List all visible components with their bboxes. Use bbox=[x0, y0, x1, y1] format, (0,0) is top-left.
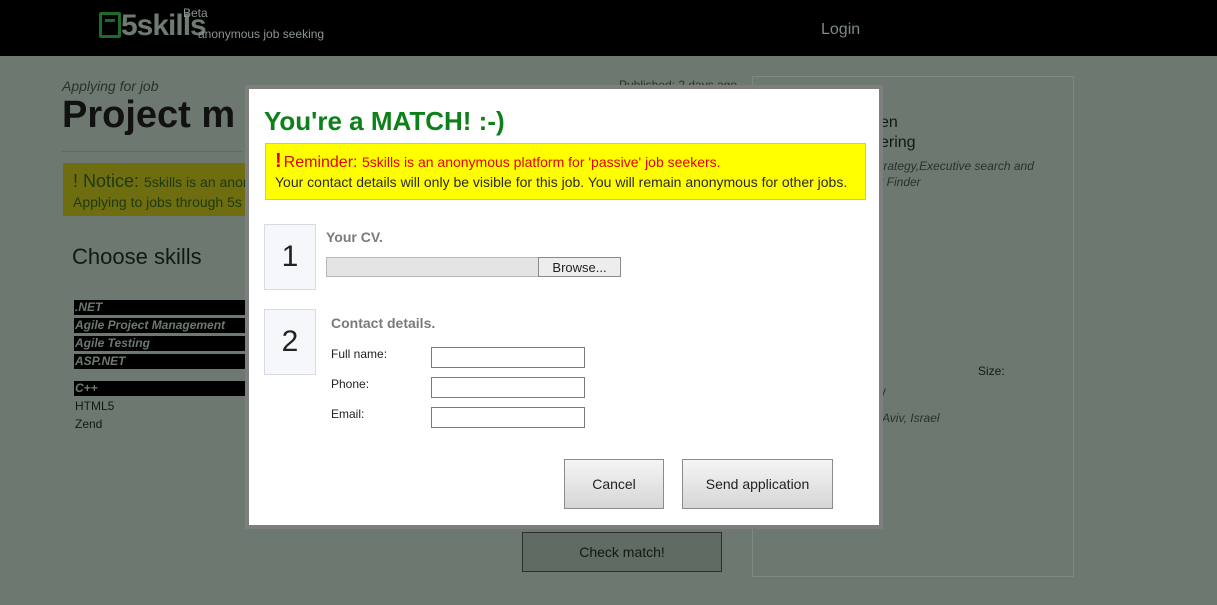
send-application-button[interactable]: Send application bbox=[682, 459, 833, 509]
phone-label: Phone: bbox=[331, 377, 370, 391]
phone-input[interactable] bbox=[431, 377, 585, 398]
job-title: Project m bbox=[62, 94, 236, 136]
logo-mark-icon bbox=[99, 12, 121, 38]
top-navbar: 5skills Beta anonymous job seeking Login bbox=[0, 0, 1217, 56]
reminder-line-2: Your contact details will only be visibl… bbox=[275, 174, 848, 190]
skill-item[interactable]: .NET bbox=[74, 300, 246, 315]
tagline: anonymous job seeking bbox=[198, 27, 325, 41]
cancel-button[interactable]: Cancel bbox=[564, 459, 664, 509]
exclamation-icon: ! bbox=[275, 150, 282, 172]
reminder-box: ! Reminder: 5skills is an anonymous platf… bbox=[265, 143, 866, 200]
full-name-input[interactable] bbox=[431, 347, 585, 368]
skill-item[interactable]: Agile Project Management bbox=[74, 318, 246, 333]
applying-label: Applying for job bbox=[62, 78, 159, 94]
login-link[interactable]: Login bbox=[821, 21, 860, 39]
reminder-text: 5skills is an anonymous platform for 'pa… bbox=[361, 154, 721, 170]
browse-button[interactable]: Browse... bbox=[538, 257, 621, 277]
skill-item[interactable]: Agile Testing bbox=[74, 336, 246, 351]
contact-details-label: Contact details. bbox=[331, 315, 436, 331]
skill-item[interactable]: Zend bbox=[74, 417, 246, 432]
notice-text: 5skills is an anon bbox=[144, 174, 246, 190]
skill-item[interactable]: C++ bbox=[74, 381, 246, 396]
reminder-label: Reminder: bbox=[283, 154, 358, 171]
step-1-number: 1 bbox=[264, 224, 316, 290]
skill-item[interactable]: HTML5 bbox=[74, 399, 246, 414]
divider bbox=[62, 151, 242, 152]
notice-line: ! Notice: 5skills is an anon bbox=[73, 171, 246, 192]
reminder-line: ! Reminder: 5skills is an anonymous platf… bbox=[275, 150, 865, 173]
check-match-button[interactable]: Check match! bbox=[522, 532, 722, 572]
company-tags-fragment-2: t Finder bbox=[880, 175, 921, 189]
full-name-label: Full name: bbox=[331, 347, 388, 361]
cv-label: Your CV. bbox=[326, 229, 383, 245]
match-modal: You're a MATCH! :-) ! Reminder: 5skills i… bbox=[245, 85, 883, 529]
notice-line-2: Applying to jobs through 5s bbox=[73, 194, 242, 210]
step-2-number: 2 bbox=[264, 309, 316, 375]
company-location: Aviv, Israel bbox=[882, 411, 940, 425]
choose-skills-heading: Choose skills bbox=[72, 244, 202, 269]
company-tags-fragment: trategy,Executive search and bbox=[880, 159, 1034, 173]
company-size-label: Size: bbox=[978, 364, 1005, 378]
company-field-fragment: ering bbox=[880, 134, 916, 151]
email-input[interactable] bbox=[431, 407, 585, 428]
email-label: Email: bbox=[331, 407, 365, 421]
notice-box: ! Notice: 5skills is an anon Applying to… bbox=[63, 163, 246, 216]
modal-title: You're a MATCH! :-) bbox=[264, 106, 505, 136]
skill-item[interactable]: ASP.NET bbox=[74, 354, 246, 369]
beta-label: Beta bbox=[183, 6, 208, 20]
notice-title: ! Notice: bbox=[73, 171, 140, 191]
cv-file-field[interactable] bbox=[326, 257, 539, 277]
